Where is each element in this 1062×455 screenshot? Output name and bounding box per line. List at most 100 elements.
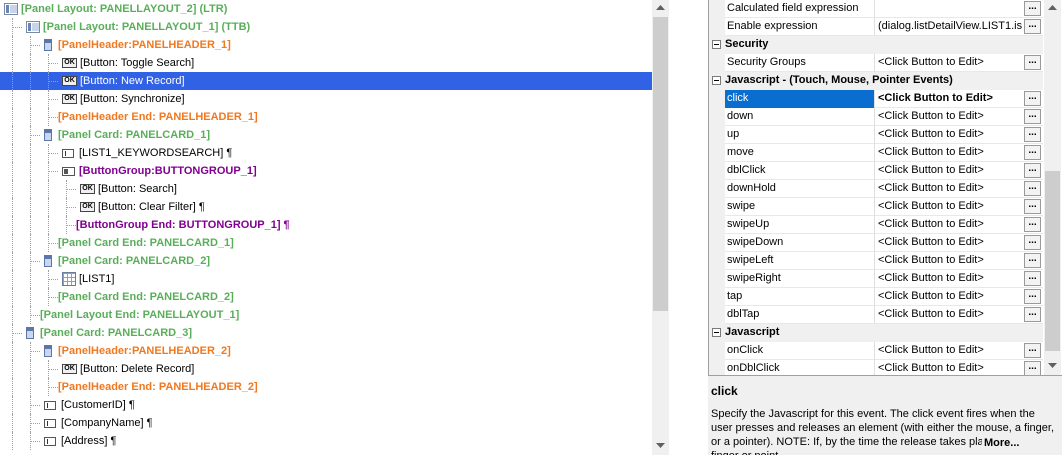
tree-row[interactable]: [CompanyName] ¶ (0, 414, 652, 432)
property-value[interactable]: <Click Button to Edit> (876, 144, 1023, 162)
tree-row[interactable]: [Panel Card: PANELCARD_2] (0, 252, 652, 270)
property-name[interactable]: click (725, 90, 875, 108)
property-value[interactable] (876, 0, 1023, 18)
property-name[interactable]: swipe (725, 198, 875, 216)
edit-ellipsis-button[interactable]: ... (1024, 307, 1041, 322)
property-row[interactable]: dblTap <Click Button to Edit>... (709, 306, 1043, 324)
property-row[interactable]: Security Groups <Click Button to Edit>... (709, 54, 1043, 72)
edit-ellipsis-button[interactable]: ... (1024, 181, 1041, 196)
property-row[interactable]: onDblClick <Click Button to Edit>... (709, 360, 1043, 375)
property-row[interactable]: onClick <Click Button to Edit>... (709, 342, 1043, 360)
property-row[interactable]: Calculated field expression... (709, 0, 1043, 18)
tree-row[interactable]: [Panel Card End: PANELCARD_2] (0, 288, 652, 306)
tree-row[interactable]: [ButtonGroup:BUTTONGROUP_1] (0, 162, 652, 180)
property-value[interactable]: <Click Button to Edit> (876, 90, 1023, 108)
property-row[interactable]: downHold <Click Button to Edit>... (709, 180, 1043, 198)
edit-ellipsis-button[interactable]: ... (1024, 19, 1041, 34)
property-row[interactable]: swipeRight <Click Button to Edit>... (709, 270, 1043, 288)
property-name[interactable]: swipeDown (725, 234, 875, 252)
tree-row[interactable]: [PanelHeader:PANELHEADER_2] (0, 342, 652, 360)
splitter[interactable] (669, 0, 708, 455)
property-row[interactable]: swipeDown <Click Button to Edit>... (709, 234, 1043, 252)
tree-row[interactable]: [Panel Card End: PANELCARD_1] (0, 234, 652, 252)
property-name[interactable]: down (725, 108, 875, 126)
edit-ellipsis-button[interactable]: ... (1024, 271, 1041, 286)
property-row[interactable]: dblClick <Click Button to Edit>... (709, 162, 1043, 180)
tree-row[interactable]: [Panel Layout: PANELLAYOUT_2] (LTR) (0, 0, 652, 18)
edit-ellipsis-button[interactable]: ... (1024, 361, 1041, 375)
property-name[interactable]: downHold (725, 180, 875, 198)
edit-ellipsis-button[interactable]: ... (1024, 55, 1041, 70)
tree-row[interactable]: [Address] ¶ (0, 432, 652, 450)
property-row[interactable]: swipe <Click Button to Edit>... (709, 198, 1043, 216)
property-row[interactable]: swipeLeft <Click Button to Edit>... (709, 252, 1043, 270)
property-row[interactable]: move <Click Button to Edit>... (709, 144, 1043, 162)
property-grid[interactable]: Calculated field expression... Enable exp… (708, 0, 1062, 376)
property-value[interactable]: <Click Button to Edit> (876, 180, 1023, 198)
property-name[interactable]: swipeLeft (725, 252, 875, 270)
property-name[interactable]: move (725, 144, 875, 162)
scroll-down-icon[interactable] (652, 438, 669, 455)
property-name[interactable]: tap (725, 288, 875, 306)
property-row[interactable]: Enable expression (dialog.listDetailView.… (709, 18, 1043, 36)
edit-ellipsis-button[interactable]: ... (1024, 145, 1041, 160)
collapse-icon[interactable] (712, 40, 721, 49)
collapse-icon[interactable] (712, 328, 721, 337)
edit-ellipsis-button[interactable]: ... (1024, 289, 1041, 304)
tree-row[interactable]: [Panel Layout End: PANELLAYOUT_1] (0, 306, 652, 324)
tree-row[interactable]: [PanelHeader:PANELHEADER_1] (0, 36, 652, 54)
property-name[interactable]: dblClick (725, 162, 875, 180)
property-value[interactable]: <Click Button to Edit> (876, 108, 1023, 126)
property-value[interactable]: <Click Button to Edit> (876, 270, 1023, 288)
tree-row[interactable]: OK [Button: Clear Filter] ¶ (0, 198, 652, 216)
edit-ellipsis-button[interactable]: ... (1024, 217, 1041, 232)
property-value[interactable]: <Click Button to Edit> (876, 54, 1023, 72)
property-value[interactable]: <Click Button to Edit> (876, 126, 1023, 144)
property-value[interactable]: <Click Button to Edit> (876, 234, 1023, 252)
edit-ellipsis-button[interactable]: ... (1024, 343, 1041, 358)
edit-ellipsis-button[interactable]: ... (1024, 127, 1041, 142)
tree-row[interactable]: OK [Button: Delete Record] (0, 360, 652, 378)
property-row[interactable]: down <Click Button to Edit>... (709, 108, 1043, 126)
property-value[interactable]: <Click Button to Edit> (876, 288, 1023, 306)
property-scrollbar[interactable] (1044, 0, 1061, 375)
tree-row[interactable]: [LIST1] (0, 270, 652, 288)
property-value[interactable]: <Click Button to Edit> (876, 252, 1023, 270)
edit-ellipsis-button[interactable]: ... (1024, 91, 1041, 106)
scroll-up-icon[interactable] (652, 0, 669, 17)
edit-ellipsis-button[interactable]: ... (1024, 109, 1041, 124)
tree-row[interactable]: OK [Button: Toggle Search] (0, 54, 652, 72)
edit-ellipsis-button[interactable]: ... (1024, 163, 1041, 178)
edit-ellipsis-button[interactable]: ... (1024, 235, 1041, 250)
more-link[interactable]: More... (982, 436, 1062, 452)
property-name[interactable]: onClick (725, 342, 875, 360)
tree-row[interactable]: OK [Button: New Record] (0, 72, 652, 90)
property-category[interactable]: Javascript (709, 324, 1043, 342)
tree-row[interactable]: [Panel Card: PANELCARD_3] (0, 324, 652, 342)
property-category[interactable]: Javascript - (Touch, Mouse, Pointer Even… (709, 72, 1043, 90)
edit-ellipsis-button[interactable]: ... (1024, 253, 1041, 268)
property-value[interactable]: <Click Button to Edit> (876, 198, 1023, 216)
tree-row[interactable]: [PanelHeader End: PANELHEADER_2] (0, 378, 652, 396)
tree-row[interactable]: [Panel Card: PANELCARD_1] (0, 126, 652, 144)
property-value[interactable]: <Click Button to Edit> (876, 342, 1023, 360)
property-name[interactable]: onDblClick (725, 360, 875, 375)
property-value[interactable]: <Click Button to Edit> (876, 216, 1023, 234)
property-row[interactable]: click <Click Button to Edit>... (709, 90, 1043, 108)
property-value[interactable]: <Click Button to Edit> (876, 360, 1023, 375)
designer-tree[interactable]: [Panel Layout: PANELLAYOUT_2] (LTR) [Pane… (0, 0, 669, 455)
property-value[interactable]: <Click Button to Edit> (876, 306, 1023, 324)
collapse-icon[interactable] (712, 76, 721, 85)
property-name[interactable]: up (725, 126, 875, 144)
property-row[interactable]: tap <Click Button to Edit>... (709, 288, 1043, 306)
property-category[interactable]: Security (709, 36, 1043, 54)
tree-row[interactable]: [LIST1_KEYWORDSEARCH] ¶ (0, 144, 652, 162)
tree-row[interactable]: OK [Button: Search] (0, 180, 652, 198)
property-name[interactable]: Enable expression (725, 18, 875, 36)
tree-scrollbar[interactable] (652, 0, 669, 455)
property-value[interactable]: <Click Button to Edit> (876, 162, 1023, 180)
edit-ellipsis-button[interactable]: ... (1024, 1, 1041, 16)
property-row[interactable]: swipeUp <Click Button to Edit>... (709, 216, 1043, 234)
property-name[interactable]: Security Groups (725, 54, 875, 72)
property-name[interactable]: Calculated field expression (725, 0, 875, 18)
